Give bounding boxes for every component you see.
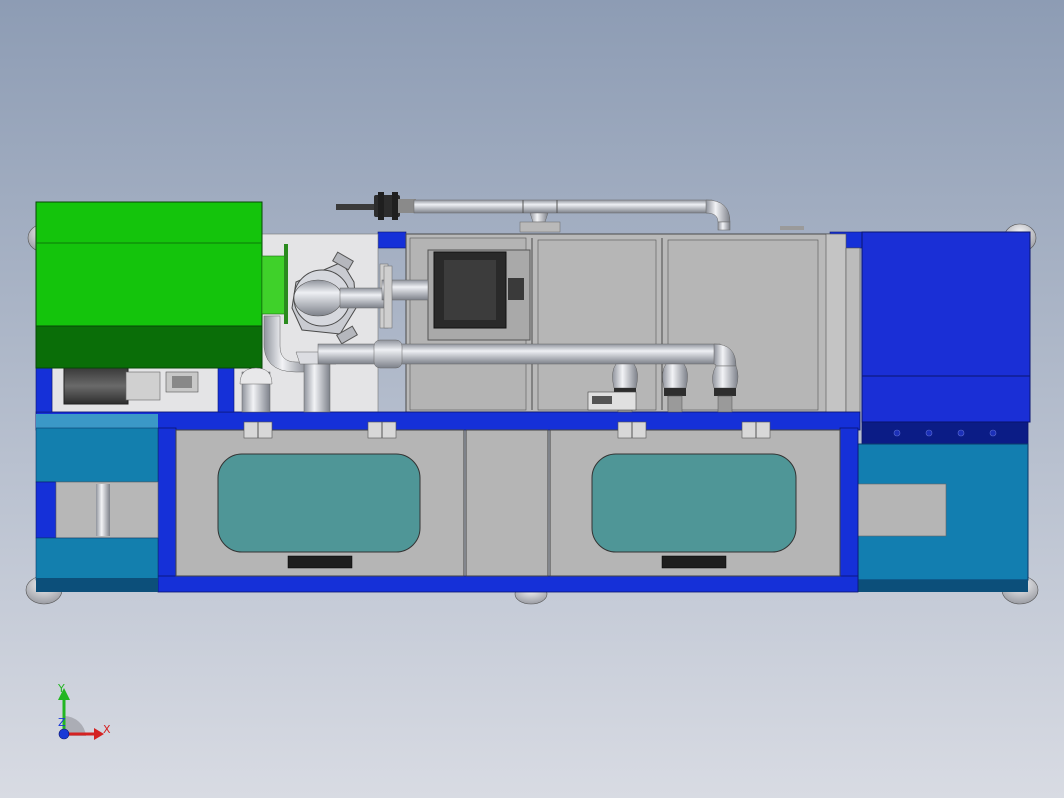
- support-post-left: [35, 367, 53, 413]
- machine-drawing: Y X Z: [0, 0, 1064, 798]
- left-lower-section: [35, 414, 159, 592]
- z-axis-dot: [58, 728, 70, 740]
- blower-outlet-flange: [261, 244, 288, 324]
- green-blower-enclosure: [35, 201, 263, 369]
- z-axis-label: Z: [58, 716, 66, 729]
- door-handle-left[interactable]: [287, 555, 353, 569]
- door-handle-right[interactable]: [661, 555, 727, 569]
- y-axis-label: Y: [57, 682, 65, 695]
- support-post-mid: [217, 367, 235, 413]
- x-axis-label: X: [103, 723, 111, 736]
- upper-frame-rail-left: [377, 231, 407, 249]
- lower-door-panels: [175, 429, 841, 577]
- cad-viewport[interactable]: Y X Z: [0, 0, 1064, 798]
- right-control-cabinet: [857, 231, 1031, 592]
